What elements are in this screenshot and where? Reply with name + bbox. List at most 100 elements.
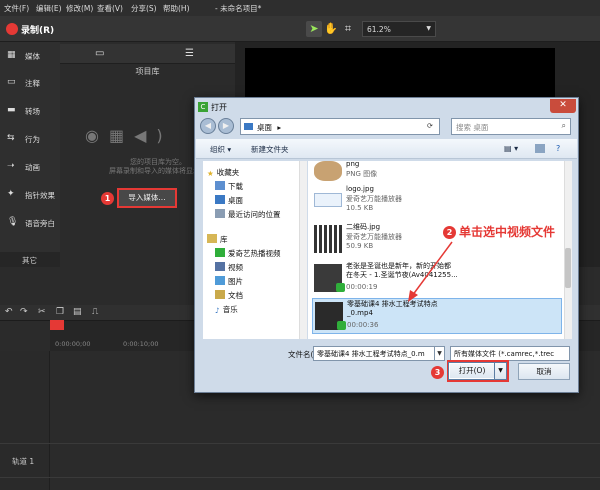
music-library-icon: ♪: [215, 306, 220, 315]
undo-icon[interactable]: ↶: [5, 307, 13, 317]
nav-pictures[interactable]: 图片: [215, 276, 243, 287]
sidebar-item-cursor-effects[interactable]: ✦ 指针效果: [0, 181, 60, 209]
chevron-down-icon: ▼: [426, 25, 431, 32]
cursor-effect-icon: ✦: [7, 189, 15, 199]
nav-libraries[interactable]: 库: [207, 234, 228, 245]
menu-share[interactable]: 分享(S): [131, 3, 157, 14]
menu-view[interactable]: 查看(V): [97, 3, 123, 14]
close-icon[interactable]: ✕: [550, 99, 576, 113]
nav-label: 最近访问的位置: [228, 210, 281, 219]
toolbar: 录制(R) ➤ ✋ ⌗ 61.2% ▼: [0, 16, 600, 42]
playhead[interactable]: [50, 320, 64, 330]
zoom-select[interactable]: 61.2% ▼: [362, 21, 436, 37]
nav-label: 爱奇艺热播视频: [228, 249, 281, 258]
record-media-icon: ◉: [85, 126, 109, 145]
png-thumbnail: [314, 161, 342, 181]
nav-music[interactable]: ♪ 音乐: [215, 304, 238, 315]
sidebar-item-behaviors[interactable]: ⇆ 行为: [0, 125, 60, 153]
library-icon: [207, 234, 217, 243]
file-app: 爱奇艺万能播放器: [346, 195, 402, 203]
menu-file[interactable]: 文件(F): [4, 3, 29, 14]
audio-icon: ◀): [134, 126, 173, 145]
cut-icon[interactable]: ✂: [38, 307, 46, 317]
filename-input[interactable]: 零基础课4 排水工程考试特点_0.m: [313, 346, 435, 361]
file-app: 爱奇艺万能播放器: [346, 233, 402, 241]
list-view-icon[interactable]: ☰: [185, 48, 194, 59]
menu-modify[interactable]: 修改(M): [66, 3, 93, 14]
redo-icon[interactable]: ↷: [20, 307, 28, 317]
sidebar-item-label: 注释: [25, 79, 40, 88]
library-title: 项目库: [135, 67, 160, 76]
menu-edit[interactable]: 编辑(E): [36, 3, 62, 14]
record-button-label[interactable]: 录制(R): [21, 23, 54, 36]
file-duration: 00:00:19: [346, 283, 378, 291]
track-1-lane[interactable]: [0, 443, 600, 478]
new-folder-button[interactable]: 新建文件夹: [251, 144, 289, 155]
copy-icon[interactable]: ❐: [56, 307, 64, 317]
split-icon[interactable]: ⎍: [92, 307, 98, 317]
media-bin-icon: ▦: [7, 50, 16, 60]
nav-scrollbar[interactable]: [299, 161, 307, 339]
transition-icon: ▬: [7, 105, 16, 115]
open-button[interactable]: 打开(O): [448, 362, 496, 380]
help-icon[interactable]: ?: [556, 144, 560, 153]
file-scroll-thumb[interactable]: [565, 248, 571, 288]
import-media-button[interactable]: 导入媒体...: [117, 188, 177, 208]
nav-label: 文档: [228, 291, 243, 300]
crop-tool-icon[interactable]: ⌗: [340, 21, 356, 37]
menu-help[interactable]: 帮助(H): [163, 3, 190, 14]
step-3-badge: 3: [431, 366, 444, 379]
view-options-icon[interactable]: ▤ ▾: [504, 144, 518, 153]
filetype-select[interactable]: 所有媒体文件 (*.camrec,*.trec: [450, 346, 570, 361]
track-1-label: 轨道 1: [12, 457, 35, 466]
back-arrow-icon[interactable]: ◀: [200, 118, 216, 134]
nav-documents[interactable]: 文档: [215, 290, 243, 301]
filetype-value: 所有媒体文件 (*.camrec,*.trec: [454, 350, 555, 358]
nav-recent[interactable]: 最近访问的位置: [215, 209, 281, 220]
sidebar-other-tab[interactable]: 其它: [0, 252, 60, 267]
nav-videos[interactable]: 视频: [215, 262, 243, 273]
sidebar-item-animations[interactable]: ➝ 动画: [0, 153, 60, 181]
behavior-icon: ⇆: [7, 133, 15, 143]
nav-label: 库: [220, 235, 228, 244]
file-item-png[interactable]: png PNG 图像: [312, 160, 562, 182]
navigation-pane: ★ 收藏夹 下载 桌面 最近访问的位置 库 爱奇艺热播视频 视频 图片 文档 ♪ 音…: [203, 161, 307, 339]
sidebar-item-label: 指针效果: [25, 191, 55, 200]
paste-icon[interactable]: ▤: [73, 307, 82, 317]
pointer-tool-icon[interactable]: ➤: [306, 21, 322, 37]
organize-button[interactable]: 组织 ▾: [210, 144, 231, 155]
animation-icon: ➝: [7, 161, 15, 171]
nav-label: 下载: [228, 182, 243, 191]
search-placeholder: 搜索 桌面: [456, 123, 489, 132]
nav-desktop[interactable]: 桌面: [215, 195, 243, 206]
address-refresh-icon[interactable]: ⟳: [427, 122, 433, 130]
dialog-title: 打开: [211, 103, 227, 112]
filename-dropdown-icon[interactable]: ▼: [435, 346, 445, 361]
search-icon: ⌕: [561, 121, 566, 130]
nav-downloads[interactable]: 下载: [215, 181, 243, 192]
nav-label: 视频: [228, 263, 243, 272]
cancel-button[interactable]: 取消: [518, 363, 570, 380]
sidebar-item-voice-narration[interactable]: 🎙 语音旁白: [0, 209, 60, 237]
document-library-icon: [215, 290, 225, 299]
record-icon[interactable]: [6, 23, 18, 35]
sidebar-item-label: 动画: [25, 163, 40, 172]
sidebar-item-media[interactable]: ▦ 媒体: [0, 42, 60, 70]
nav-iqiyi-videos[interactable]: 爱奇艺热播视频: [215, 248, 281, 259]
download-folder-icon: [215, 181, 225, 190]
sidebar-item-label: 媒体: [25, 52, 40, 61]
file-name: 二维码.jpg: [346, 223, 381, 231]
hand-tool-icon[interactable]: ✋: [323, 21, 339, 37]
preview-pane-icon[interactable]: [535, 144, 545, 153]
nav-favorites[interactable]: ★ 收藏夹: [207, 167, 239, 178]
file-item-logo[interactable]: logo.jpg 爱奇艺万能播放器 10.5 KB: [312, 184, 562, 220]
sidebar-item-transitions[interactable]: ▬ 转场: [0, 97, 60, 125]
sidebar-item-annotations[interactable]: ▭ 注释: [0, 69, 60, 97]
nav-label: 收藏夹: [216, 168, 240, 177]
open-options-dropdown[interactable]: ▼: [494, 362, 507, 380]
address-text: 桌面: [257, 123, 272, 132]
search-input[interactable]: 搜索 桌面 ⌕: [451, 118, 571, 135]
address-bar[interactable]: 桌面 ▸: [240, 118, 440, 135]
thumbnail-view-icon[interactable]: ▭: [95, 48, 104, 59]
forward-arrow-icon[interactable]: ▶: [218, 118, 234, 134]
